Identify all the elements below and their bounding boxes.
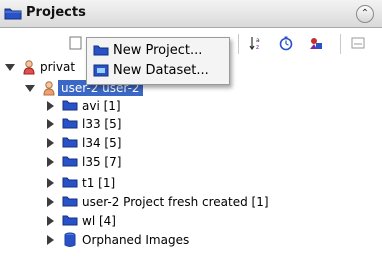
expand-toggle-icon[interactable] [47,197,54,207]
toolbar-separator [340,34,341,54]
menu-item-new-project[interactable]: New Project... [87,41,229,61]
folder-icon [93,43,109,60]
tree-item-label: avi [1] [82,99,121,113]
tree-item-label: t1 [1] [82,176,116,190]
tree-item-label: wl [4] [82,214,116,228]
sort-button[interactable]: a z [246,33,266,53]
time-filter-button[interactable] [276,33,296,53]
tree-item-orphaned[interactable]: Orphaned Images [0,231,382,249]
minimize-button[interactable] [348,33,368,53]
menu-item-label: New Project... [113,43,203,58]
dataset-icon [93,63,109,80]
new-document-icon [69,36,82,50]
folder-icon [62,213,78,230]
folder-icon [4,6,22,23]
double-chevron-up-icon: ⌃ [360,8,370,19]
expand-toggle-icon[interactable] [47,178,54,188]
projects-panel: Projects ⌃ a z privat user-2 user-2 avi … [0,0,382,274]
stopwatch-icon [279,36,293,51]
tree-item-label: l35 [7] [82,155,122,169]
expand-toggle-icon[interactable] [47,235,54,245]
new-item-menu: New Project... New Dataset... [86,37,230,85]
expand-toggle-icon[interactable] [47,138,54,148]
panel-title: Projects [26,5,86,20]
sort-az-icon: a z [249,37,260,51]
folder-icon [62,98,78,115]
expand-toggle-icon[interactable] [25,85,35,92]
tree-item-label: user-2 Project fresh created [1] [82,195,269,209]
new-item-button[interactable] [66,33,86,53]
project-tree: privat user-2 user-2 avi [1] l33 [5] l34… [0,58,382,274]
panel-header: Projects ⌃ [0,0,382,28]
tree-item-label: l33 [5] [82,117,122,131]
expand-toggle-icon[interactable] [5,64,15,71]
folder-icon [62,154,78,171]
folder-icon [62,135,78,152]
tree-item[interactable]: avi [1] [0,97,382,115]
tree-item[interactable]: l33 [5] [0,115,382,133]
expand-toggle-icon[interactable] [47,101,54,111]
expand-toggle-icon[interactable] [47,157,54,167]
tree-item[interactable]: user-2 Project fresh created [1] [0,193,382,211]
tree-item[interactable]: l35 [7] [0,153,382,171]
import-icon [310,38,322,49]
folder-icon [62,194,78,211]
tree-item-label: Orphaned Images [82,233,190,247]
svg-text:a: a [256,37,260,44]
collapse-panel-button[interactable]: ⌃ [356,5,374,23]
tree-item[interactable]: l34 [5] [0,134,382,152]
menu-item-label: New Dataset... [113,63,209,78]
tree-item[interactable]: wl [4] [0,212,382,230]
folder-icon [62,175,78,192]
toolbar-separator [238,34,239,54]
menu-item-new-dataset[interactable]: New Dataset... [87,61,229,81]
database-icon [63,232,77,251]
expand-toggle-icon[interactable] [47,216,54,226]
expand-toggle-icon[interactable] [47,119,54,129]
folder-icon [62,116,78,133]
tree-item[interactable]: t1 [1] [0,174,382,192]
svg-text:z: z [256,44,259,51]
user-icon [22,59,36,78]
tree-node-label: privat [40,60,76,74]
tree-item-label: l34 [5] [82,136,122,150]
import-button[interactable] [306,33,326,53]
window-icon [351,37,365,49]
